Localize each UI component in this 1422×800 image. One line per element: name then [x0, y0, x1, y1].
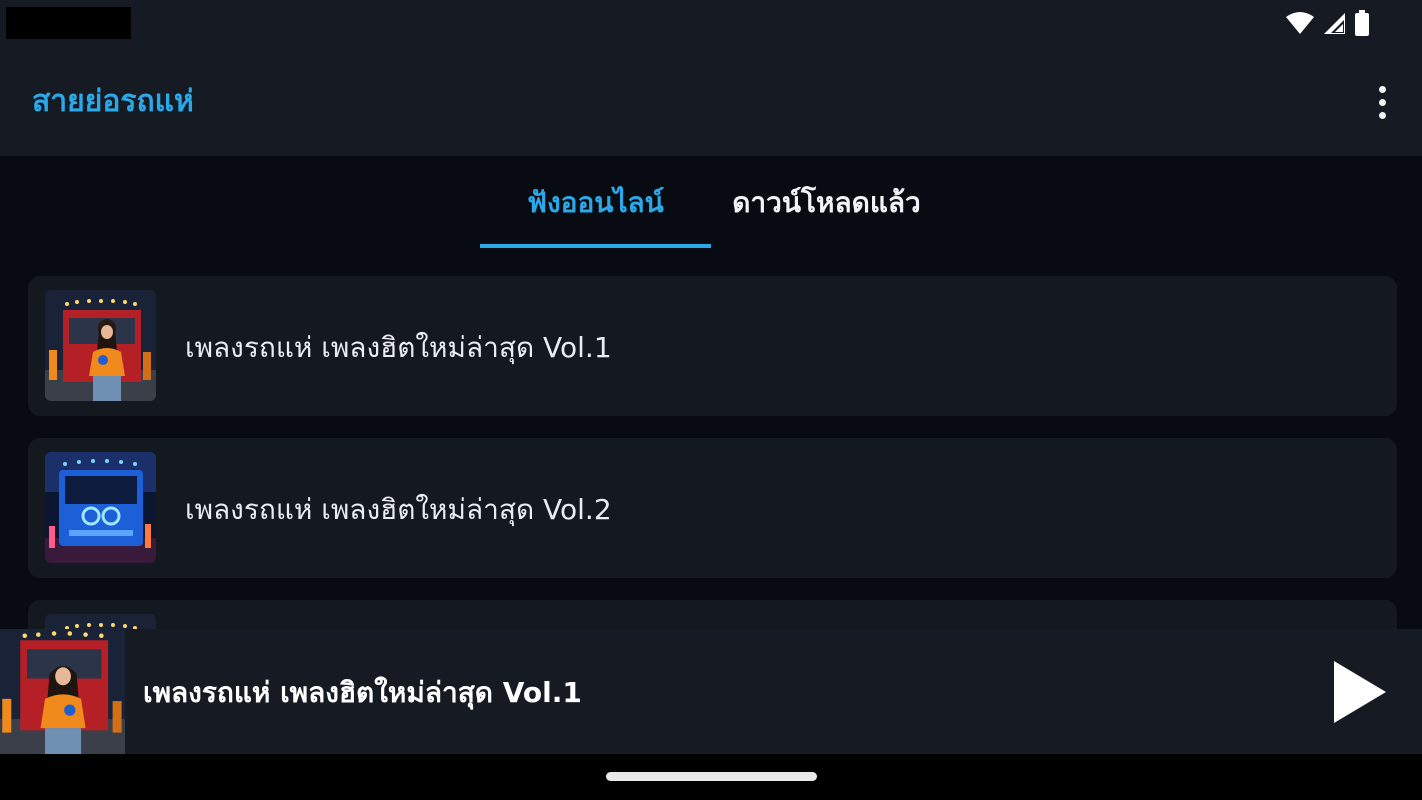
cellular-signal-icon: [1324, 13, 1345, 34]
mini-player[interactable]: เพลงรถแห่ เพลงฮิตใหม่ล่าสุด Vol.1: [0, 629, 1422, 754]
play-icon[interactable]: [1328, 657, 1392, 727]
app-title: สายย่อรถแห่: [32, 84, 194, 119]
tab-downloaded[interactable]: ดาวน์โหลดแล้ว: [711, 156, 942, 250]
red-truck-singer-thumbnail: [0, 629, 125, 754]
tab-listen-online[interactable]: ฟังออนไลน์: [480, 156, 711, 250]
more-vert-icon[interactable]: [1370, 80, 1394, 124]
list-item[interactable]: เพลงรถแห่ เพลงฮิตใหม่ล่าสุด Vol.1: [28, 276, 1397, 416]
track-title: เพลงรถแห่ เพลงฮิตใหม่ล่าสุด Vol.1: [185, 331, 612, 364]
system-nav-bar: [0, 754, 1422, 800]
list-item[interactable]: เพลงรถแห่ เพลงฮิตใหม่ล่าสุด Vol.2: [28, 438, 1397, 578]
status-bar-redacted-area: [6, 7, 131, 39]
now-playing-title: เพลงรถแห่ เพลงฮิตใหม่ล่าสุด Vol.1: [143, 676, 582, 709]
track-title: เพลงรถแห่ เพลงฮิตใหม่ล่าสุด Vol.2: [185, 493, 612, 526]
home-gesture-handle[interactable]: [606, 772, 817, 781]
red-truck-singer-thumbnail: [45, 290, 156, 401]
status-icons: [1286, 10, 1370, 36]
app-bar: สายย่อรถแห่: [0, 48, 1422, 156]
blue-truck-thumbnail: [45, 452, 156, 563]
wifi-icon: [1286, 12, 1314, 34]
tab-bar: ฟังออนไลน์ ดาวน์โหลดแล้ว: [0, 156, 1422, 250]
status-bar: [0, 0, 1422, 48]
battery-icon: [1355, 10, 1369, 36]
tab-indicator: [480, 244, 711, 248]
